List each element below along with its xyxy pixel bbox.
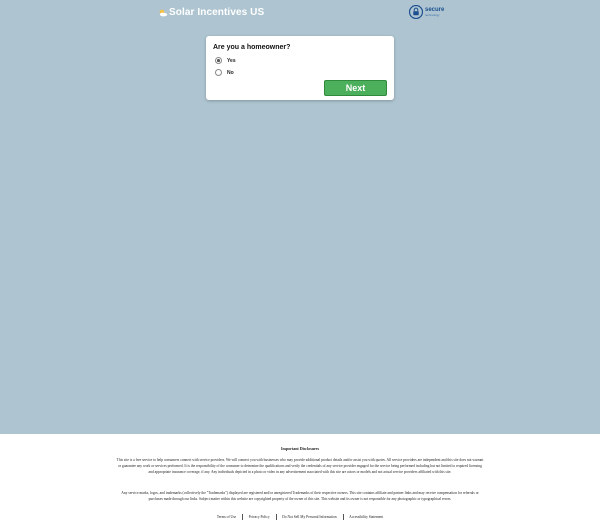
radio-yes[interactable] bbox=[215, 57, 222, 64]
accessibility-link[interactable]: Accessibility Statement bbox=[343, 515, 389, 519]
do-not-sell-link[interactable]: Do Not Sell My Personal Information bbox=[276, 515, 342, 519]
question-title: Are you a homeowner? bbox=[213, 44, 291, 51]
disclosure-paragraph-2: Any service marks, logos, and trademarks… bbox=[121, 491, 479, 501]
disclosure-paragraph-1: This site is a free service to help cons… bbox=[116, 458, 484, 474]
terms-link[interactable]: Terms of Use bbox=[211, 515, 242, 519]
disclosures-title: Important Disclosures bbox=[280, 446, 320, 451]
radio-no[interactable] bbox=[215, 69, 222, 76]
footer-links: Terms of Use Privacy Policy Do Not Sell … bbox=[0, 514, 600, 520]
footer: Important Disclosures This site is a fre… bbox=[0, 434, 600, 532]
privacy-link[interactable]: Privacy Policy bbox=[243, 515, 276, 519]
site-logo[interactable]: Solar Incentives US bbox=[158, 7, 264, 18]
secure-sublabel: technology bbox=[425, 13, 440, 17]
option-no-label: No bbox=[227, 69, 234, 76]
next-button[interactable]: Next bbox=[324, 80, 387, 96]
secure-badge: secure technology bbox=[409, 5, 444, 19]
option-yes[interactable]: Yes bbox=[215, 57, 236, 64]
option-no[interactable]: No bbox=[215, 69, 234, 76]
lock-icon bbox=[409, 5, 423, 19]
question-card: Are you a homeowner? Yes No Next bbox=[206, 36, 394, 100]
site-header: Solar Incentives US secure technology bbox=[0, 0, 600, 26]
option-yes-label: Yes bbox=[227, 57, 236, 64]
sun-cloud-icon bbox=[159, 9, 168, 16]
brand-name: Solar Incentives US bbox=[169, 7, 265, 18]
